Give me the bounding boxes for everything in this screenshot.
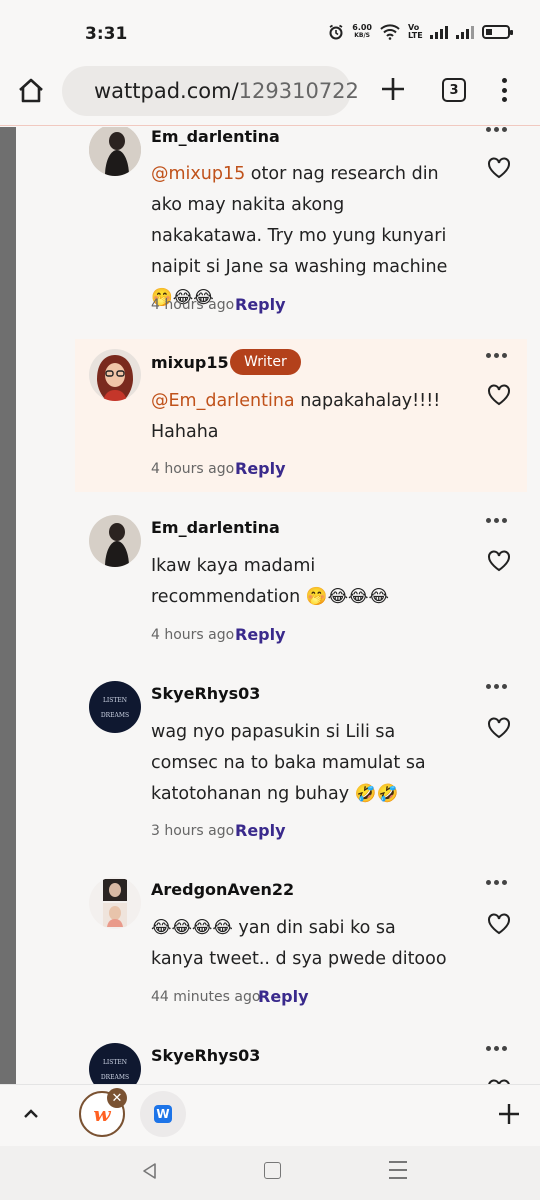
alarm-icon bbox=[329, 24, 343, 40]
avatar[interactable] bbox=[89, 877, 141, 929]
overflow-menu-icon[interactable] bbox=[496, 76, 512, 104]
status-bar: 3:31 6.00 KB/S Vo LTE bbox=[0, 0, 540, 64]
site-favicon-icon: W bbox=[154, 1105, 172, 1123]
heart-icon[interactable] bbox=[487, 913, 511, 935]
signal-icon bbox=[430, 25, 448, 39]
comment-username[interactable]: Em_darlentina bbox=[151, 518, 280, 537]
comment-timestamp: 44 minutes ago bbox=[151, 989, 261, 1005]
comment-username[interactable]: SkyeRhys03 bbox=[151, 1046, 260, 1065]
writer-badge: Writer bbox=[230, 349, 301, 375]
comment-body: 😂😂😂😂 yan din sabi ko sa kanya tweet.. d … bbox=[151, 913, 451, 975]
browser-toolbar: wattpad.com/129310722 3 bbox=[0, 64, 540, 126]
volte-indicator: Vo LTE bbox=[408, 23, 423, 40]
comment-body: Ikaw kaya madami recommendation 🤭😂😂😂 bbox=[151, 551, 451, 613]
tab-switcher-button[interactable]: 3 bbox=[442, 78, 466, 102]
signal-icon-2 bbox=[456, 25, 474, 39]
comments-content[interactable]: Em_darlentina @mixup15 otor nag research… bbox=[0, 127, 540, 1084]
avatar[interactable] bbox=[89, 515, 141, 567]
reply-button[interactable]: Reply bbox=[258, 987, 309, 1006]
back-icon[interactable] bbox=[140, 1161, 160, 1181]
comment-username[interactable]: AredgonAven22 bbox=[151, 880, 294, 899]
comment-item: AredgonAven22 😂😂😂😂 yan din sabi ko sa ka… bbox=[75, 874, 527, 1024]
comment-username[interactable]: Em_darlentina bbox=[151, 127, 280, 146]
reply-button[interactable]: Reply bbox=[235, 821, 286, 840]
more-options-icon[interactable] bbox=[486, 127, 507, 132]
more-options-icon[interactable] bbox=[486, 518, 507, 523]
more-options-icon[interactable] bbox=[486, 684, 507, 689]
comment-body: @Em_darlentina napakahalay!!!! Hahaha bbox=[151, 386, 441, 448]
new-tab-icon[interactable] bbox=[380, 76, 406, 102]
comment-username[interactable]: SkyeRhys03 bbox=[151, 684, 260, 703]
net-speed: 6.00 KB/S bbox=[352, 24, 372, 40]
comment-body: @mixup15 otor nag research din ako may n… bbox=[151, 159, 451, 314]
tab-group-strip: w ✕ W bbox=[0, 1084, 540, 1146]
status-time: 3:31 bbox=[85, 24, 128, 44]
url-text: wattpad.com/129310722 bbox=[94, 79, 359, 103]
add-tab-icon[interactable] bbox=[498, 1103, 520, 1125]
comment-username[interactable]: mixup15 bbox=[151, 353, 229, 372]
wattpad-logo-icon: w bbox=[93, 1102, 111, 1126]
url-path: 129310722 bbox=[238, 79, 359, 103]
comment-text: wag nyo papasukin si Lili sa comsec na t… bbox=[151, 722, 426, 804]
comment-timestamp: 4 hours ago bbox=[151, 461, 235, 477]
mention-link[interactable]: @mixup15 bbox=[151, 164, 245, 184]
avatar[interactable] bbox=[89, 349, 141, 401]
heart-icon[interactable] bbox=[487, 384, 511, 406]
more-options-icon[interactable] bbox=[486, 1046, 507, 1051]
reply-button[interactable]: Reply bbox=[235, 625, 286, 644]
comment-timestamp: 4 hours ago bbox=[151, 297, 235, 313]
battery-icon bbox=[482, 25, 513, 39]
close-tab-icon[interactable]: ✕ bbox=[107, 1088, 127, 1108]
comment-body: wag nyo papasukin si Lili sa comsec na t… bbox=[151, 717, 451, 810]
mention-link[interactable]: @Em_darlentina bbox=[151, 391, 295, 411]
chevron-up-icon[interactable] bbox=[22, 1105, 40, 1123]
avatar[interactable]: LISTEN DREAMS bbox=[89, 681, 141, 733]
avatar-text-1: LISTEN bbox=[103, 697, 127, 704]
comment-timestamp: 3 hours ago bbox=[151, 823, 235, 839]
comment-text: Ikaw kaya madami recommendation 🤭😂😂😂 bbox=[151, 556, 389, 607]
comment-timestamp: 4 hours ago bbox=[151, 627, 235, 643]
heart-icon[interactable] bbox=[487, 157, 511, 179]
comment-item: Em_darlentina Ikaw kaya madami recommend… bbox=[75, 512, 527, 672]
more-options-icon[interactable] bbox=[486, 880, 507, 885]
heart-icon[interactable] bbox=[487, 550, 511, 572]
wifi-icon bbox=[380, 24, 400, 40]
avatar-text-1: LISTEN bbox=[103, 1059, 127, 1066]
avatar[interactable] bbox=[89, 127, 141, 176]
status-icons: 6.00 KB/S Vo LTE bbox=[328, 23, 513, 40]
heart-icon[interactable] bbox=[487, 717, 511, 739]
reply-button[interactable]: Reply bbox=[235, 295, 286, 314]
avatar-text-2: DREAMS bbox=[101, 1074, 129, 1081]
comment-text: 😂😂😂😂 yan din sabi ko sa kanya tweet.. d … bbox=[151, 918, 447, 969]
net-speed-value: 6.00 bbox=[352, 23, 372, 32]
home-nav-icon[interactable] bbox=[264, 1162, 281, 1179]
address-bar[interactable]: wattpad.com/129310722 bbox=[62, 66, 359, 116]
comment-item-writer: mixup15 Writer @Em_darlentina napakahala… bbox=[75, 339, 527, 492]
more-options-icon[interactable] bbox=[486, 353, 507, 358]
reply-button[interactable]: Reply bbox=[235, 459, 286, 478]
comment-item: LISTEN DREAMS SkyeRhys03 wag nyo papasuki… bbox=[75, 678, 527, 868]
second-tab[interactable]: W bbox=[140, 1091, 186, 1137]
url-domain: wattpad.com/ bbox=[94, 79, 239, 103]
avatar-text-2: DREAMS bbox=[101, 712, 129, 719]
home-icon[interactable] bbox=[16, 76, 46, 106]
avatar[interactable]: LISTEN DREAMS bbox=[89, 1043, 141, 1084]
net-speed-unit: KB/S bbox=[354, 32, 370, 39]
comment-item: LISTEN DREAMS SkyeRhys03 bbox=[75, 1040, 527, 1084]
recents-icon[interactable] bbox=[389, 1161, 407, 1179]
system-nav-bar bbox=[0, 1146, 540, 1200]
comment-item: Em_darlentina @mixup15 otor nag research… bbox=[75, 127, 527, 339]
comment-text: otor nag research din ako may nakita ako… bbox=[151, 164, 448, 308]
left-rail bbox=[0, 127, 16, 1084]
